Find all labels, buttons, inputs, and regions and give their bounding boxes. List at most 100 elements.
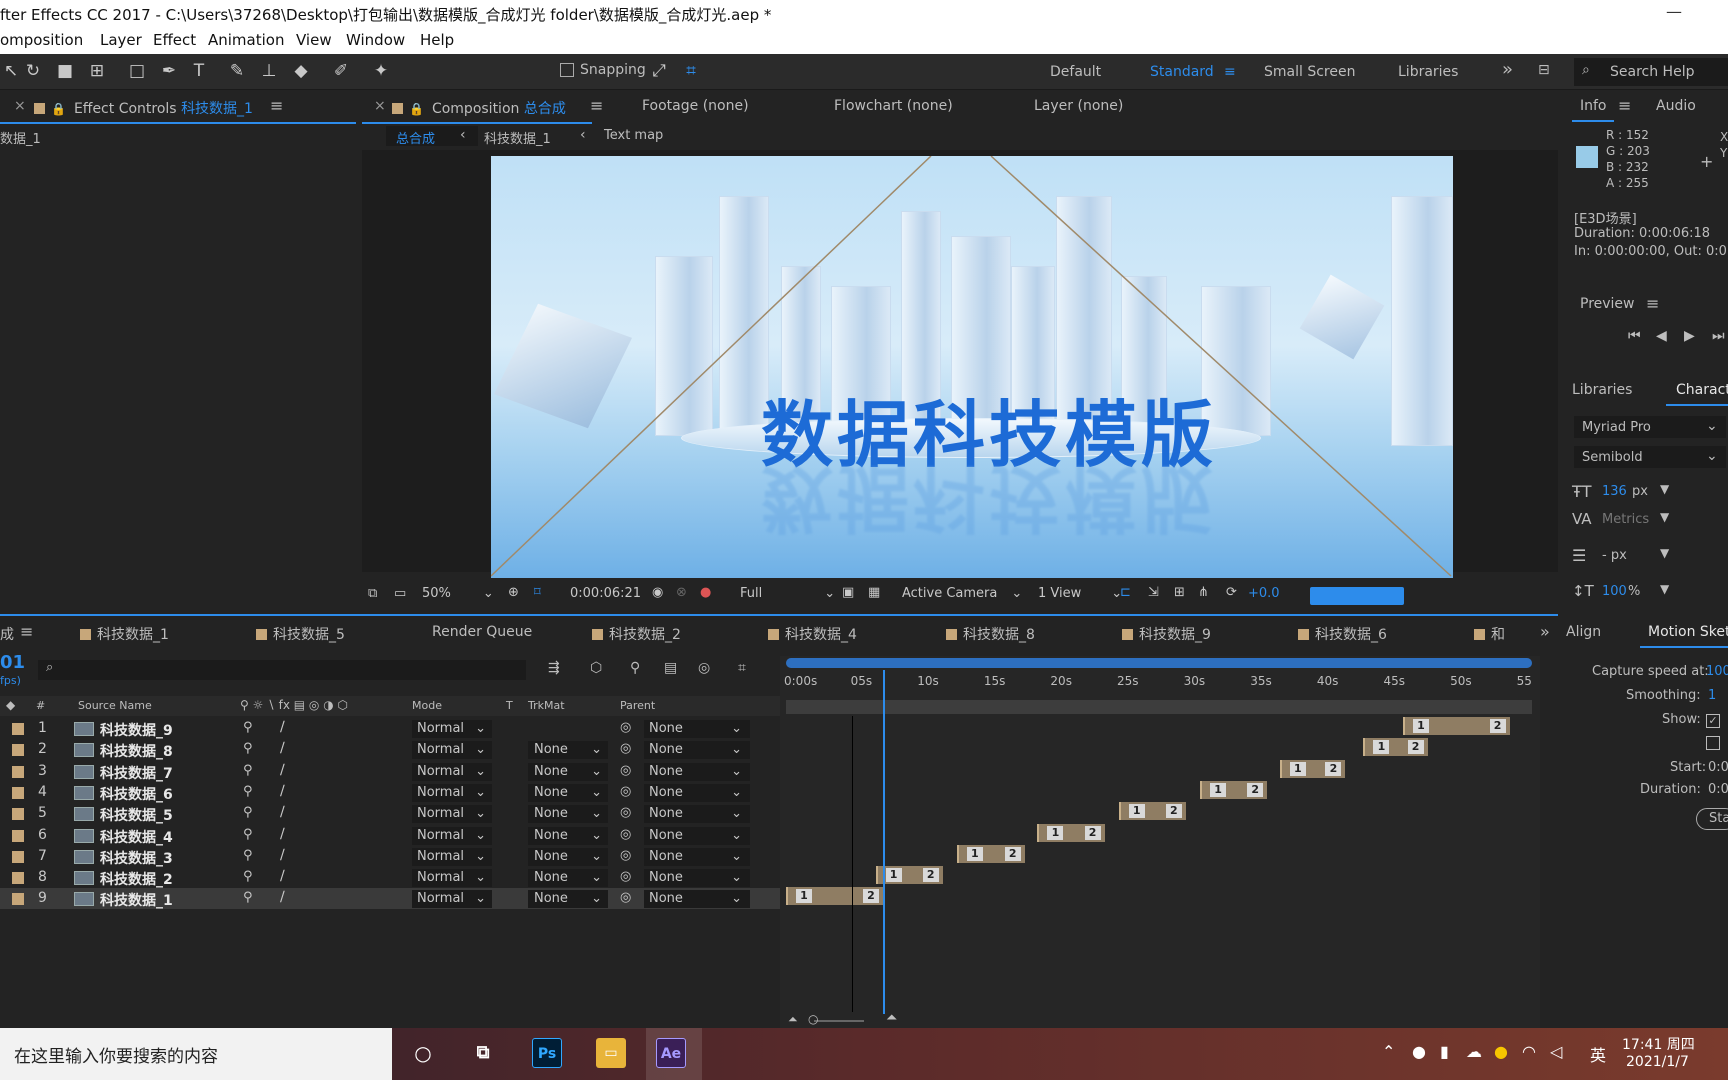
timeline-tab-5[interactable]: 科技数据_5 [256,624,345,644]
pick-whip-icon[interactable]: ◎ [620,827,631,842]
quality-switch-icon[interactable]: ∕ [280,889,285,905]
work-area-bar[interactable] [786,658,1532,668]
track-matte-dropdown[interactable]: None ⌄ [528,890,608,909]
layer-name[interactable]: 科技数据_4 [100,827,173,847]
layer-row[interactable]: 7 科技数据_3 ⚲ ∕ Normal ⌄ None ⌄ ◎ None ⌄ [0,846,780,867]
layer-row[interactable]: 5 科技数据_5 ⚲ ∕ Normal ⌄ None ⌄ ◎ None ⌄ [0,803,780,824]
layer-name[interactable]: 科技数据_6 [100,784,173,804]
marker-2[interactable]: 2 [1084,825,1101,840]
layer-name[interactable]: 科技数据_1 [100,890,173,910]
pick-whip-icon[interactable]: ◎ [620,784,631,799]
parent-dropdown[interactable]: None ⌄ [644,890,750,909]
kerning-value[interactable]: Metrics [1602,512,1649,527]
layer-name[interactable]: 科技数据_9 [100,720,173,740]
layer-row[interactable]: 2 科技数据_8 ⚲ ∕ Normal ⌄ None ⌄ ◎ None ⌄ [0,739,780,760]
column-mode[interactable]: Mode [412,699,442,712]
track-matte-dropdown[interactable]: None ⌄ [528,741,608,760]
pick-whip-icon[interactable]: ◎ [620,763,631,778]
more-workspaces-icon[interactable]: » [1502,59,1513,80]
rectangle-tool-icon[interactable]: □ [126,60,148,82]
parent-dropdown[interactable]: None ⌄ [644,847,750,866]
zoom-dropdown[interactable]: 50% ⌄ [422,586,494,601]
camera-tool-icon[interactable]: ■ [54,60,76,82]
workspace-default[interactable]: Default [1050,64,1101,80]
channel-icon[interactable]: ● [700,585,711,600]
timeline-icon[interactable]: ⊞ [1174,585,1185,600]
render-queue-tab[interactable]: Render Queue [432,624,532,640]
show-snapshot-icon[interactable]: ⊗ [676,585,687,600]
pen-tool-icon[interactable]: ✒ [158,60,180,82]
puppet-pin-tool-icon[interactable]: ✦ [370,60,392,82]
composition-viewer[interactable]: 数据科技模版 数据科技模版 [491,156,1453,578]
label-color-swatch[interactable] [12,872,24,885]
layer-row[interactable]: 1 科技数据_9 ⚲ ∕ Normal ⌄ ◎ None ⌄ [0,718,780,739]
timeline-tab-2[interactable]: 科技数据_2 [592,624,681,644]
flowchart-icon[interactable]: ⋔ [1198,585,1209,600]
marker-2[interactable]: 2 [1004,846,1021,861]
breadcrumb-text-map[interactable]: Text map [604,128,663,143]
panel-menu-icon[interactable]: ≡ [270,96,283,115]
layer-name[interactable]: 科技数据_5 [100,805,173,825]
flowchart-tab[interactable]: Flowchart (none) [834,98,953,114]
first-frame-icon[interactable]: ⏮ [1628,328,1641,344]
workspace-libraries[interactable]: Libraries [1398,64,1458,80]
mask-visibility-icon[interactable]: ⌑ [534,585,541,600]
quality-switch-icon[interactable]: ∕ [280,847,285,863]
capture-speed-value[interactable]: 100 [1706,664,1728,679]
blend-mode-dropdown[interactable]: Normal ⌄ [412,720,492,738]
timeline-tab-9[interactable]: 科技数据_9 [1122,624,1211,644]
menu-effect[interactable]: Effect [153,31,196,49]
timeline-tab-main[interactable]: 成 [0,624,14,644]
menu-help[interactable]: Help [420,31,454,49]
fast-preview-icon[interactable]: ⇲ [1148,585,1159,600]
toggle-pixel-aspect-icon[interactable]: ⊏ [1120,585,1131,600]
track-matte-dropdown[interactable]: None ⌄ [528,847,608,866]
quality-switch-icon[interactable]: ∕ [280,804,285,820]
layer-duration-bar[interactable]: 12 [1037,823,1105,842]
marker-2[interactable]: 2 [1407,740,1424,755]
layer-duration-bar[interactable]: 12 [786,887,883,906]
shy-switch-icon[interactable]: ⚲ [243,763,253,778]
menu-layer[interactable]: Layer [100,31,142,49]
label-color-swatch[interactable] [12,744,24,757]
preview-menu-icon[interactable]: ≡ [1646,294,1659,313]
pick-whip-icon[interactable]: ◎ [620,741,631,756]
column-source-name[interactable]: Source Name [78,699,152,712]
blend-mode-dropdown[interactable]: Normal ⌄ [412,783,492,802]
blend-mode-dropdown[interactable]: Normal ⌄ [412,847,492,866]
eraser-tool-icon[interactable]: ◆ [290,60,312,82]
type-tool-icon[interactable]: T [188,60,210,82]
marker-1[interactable]: 1 [796,889,812,904]
shy-switch-icon[interactable]: ⚲ [243,784,253,799]
layer-row[interactable]: 6 科技数据_4 ⚲ ∕ Normal ⌄ None ⌄ ◎ None ⌄ [0,825,780,846]
file-explorer-icon[interactable]: ▭ [596,1038,626,1068]
blend-mode-dropdown[interactable]: Normal ⌄ [412,762,492,781]
camera-view-dropdown[interactable]: Active Camera ⌄ [902,586,1022,601]
layer-duration-bar[interactable]: 12 [1200,780,1268,799]
parent-dropdown[interactable]: None ⌄ [644,805,750,824]
ime-indicator[interactable]: 英 [1590,1042,1606,1066]
layer-duration-bar[interactable]: 12 [1118,802,1186,821]
shy-switch-icon[interactable]: ⚲ [243,741,253,756]
quality-switch-icon[interactable]: ∕ [280,740,285,756]
parent-dropdown[interactable]: None ⌄ [644,826,750,845]
track-matte-dropdown[interactable]: None ⌄ [528,805,608,824]
character-tab[interactable]: Characte [1676,382,1728,398]
motion-blur-icon[interactable]: ◎ [698,660,710,676]
work-area-range[interactable] [786,700,1532,714]
timeline-tab-8[interactable]: 科技数据_8 [946,624,1035,644]
volume-icon[interactable]: ◁ [1550,1042,1562,1061]
selection-tool-icon[interactable]: ↖ [0,60,22,82]
quality-switch-icon[interactable]: ∕ [280,719,285,735]
timeline-tabs-overflow-icon[interactable]: » [1540,622,1550,641]
marker-1[interactable]: 1 [1047,825,1064,840]
column-trkmat[interactable]: TrkMat [528,699,565,712]
zoom-out-icon[interactable]: ⏶ [788,1012,798,1027]
layer-search-input[interactable] [38,660,526,680]
marker-1[interactable]: 1 [885,868,902,883]
shy-switch-icon[interactable]: ⚲ [243,827,253,842]
menu-composition[interactable]: omposition [0,31,83,49]
tray-app-icon[interactable]: ● [1494,1042,1508,1061]
track-area[interactable]: 0:00s 05s 10s 15s 20s 25s 30s 35s 40s 45s 50s 55 12… [780,656,1540,1030]
layer-name[interactable]: 科技数据_8 [100,741,173,761]
